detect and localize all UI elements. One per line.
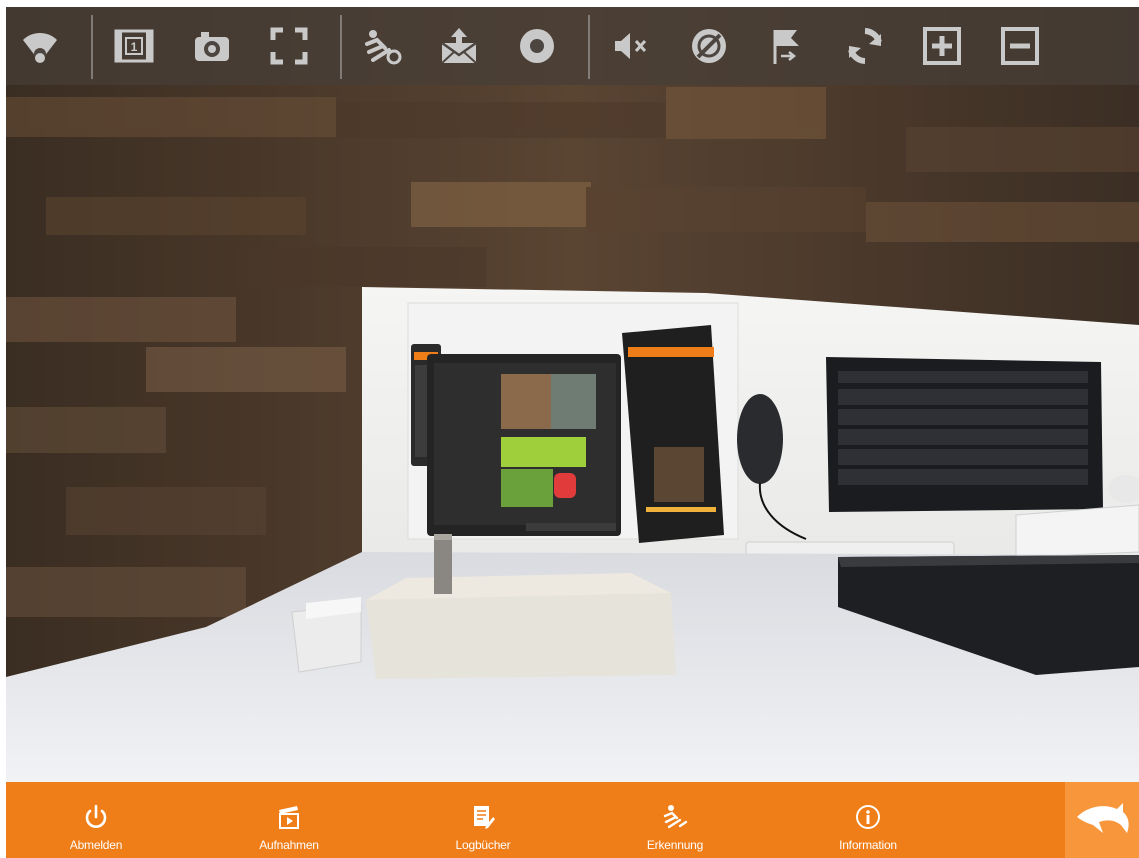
- refresh-button[interactable]: [840, 19, 890, 73]
- fullscreen-button[interactable]: [264, 19, 314, 73]
- app-root: 1 Abmelden Aufnahmen Logbücher Erkennung…: [0, 0, 1139, 858]
- zoom-out-button[interactable]: [995, 19, 1045, 73]
- nav-abmelden[interactable]: Abmelden: [16, 782, 176, 858]
- nav-label: Logbücher: [455, 838, 511, 852]
- nav-label: Erkennung: [646, 838, 704, 852]
- zoom-in-button[interactable]: [917, 19, 967, 73]
- nav-label: Information: [839, 838, 897, 852]
- dolphin-logo-icon: [1077, 803, 1129, 833]
- camera-toolbar: 1: [6, 7, 1139, 85]
- info-icon: [853, 802, 883, 832]
- camera-live-view[interactable]: 1: [6, 7, 1139, 782]
- film-channel-icon: 1: [114, 29, 154, 63]
- mail-upload-button[interactable]: [434, 19, 484, 73]
- nav-information[interactable]: Information: [788, 782, 948, 858]
- power-icon: [81, 802, 111, 832]
- flag-route-button[interactable]: [762, 19, 812, 73]
- nav-aufnahmen[interactable]: Aufnahmen: [209, 782, 369, 858]
- zoom-in-icon: [923, 27, 961, 65]
- motion-detection-icon: [660, 802, 690, 832]
- privacy-off-icon: [692, 29, 726, 63]
- toolbar-divider: [340, 15, 342, 79]
- toolbar-divider: [91, 15, 93, 79]
- camera-snapshot-icon: [195, 32, 229, 61]
- flag-route-icon: [773, 30, 799, 64]
- snapshot-button[interactable]: [187, 19, 237, 73]
- bottom-navigation: Abmelden Aufnahmen Logbücher Erkennung I: [6, 782, 1139, 858]
- refresh-icon: [848, 28, 882, 64]
- nav-logbuecher[interactable]: Logbücher: [403, 782, 563, 858]
- fullscreen-icon: [270, 27, 308, 65]
- logbook-icon: [468, 802, 498, 832]
- svg-text:1: 1: [131, 40, 138, 54]
- motion-detection-icon: [365, 30, 402, 65]
- nav-label: Abmelden: [69, 838, 123, 852]
- clapperboard-icon: [274, 802, 304, 832]
- record-button[interactable]: [512, 19, 562, 73]
- zoom-out-icon: [1001, 27, 1039, 65]
- record-icon: [520, 29, 554, 63]
- wifi-icon: [15, 19, 65, 73]
- film-channel-button[interactable]: 1: [109, 19, 159, 73]
- mail-upload-icon: [441, 28, 477, 64]
- mute-icon: [615, 33, 647, 59]
- nav-erkennung[interactable]: Erkennung: [595, 782, 755, 858]
- camera-image: [6, 7, 1139, 782]
- dolphin-logo-button[interactable]: [1065, 782, 1139, 858]
- toolbar-divider: [588, 15, 590, 79]
- nav-label: Aufnahmen: [259, 838, 319, 852]
- privacy-button[interactable]: [684, 19, 734, 73]
- motion-detection-button[interactable]: [358, 19, 408, 73]
- mute-button[interactable]: [606, 19, 656, 73]
